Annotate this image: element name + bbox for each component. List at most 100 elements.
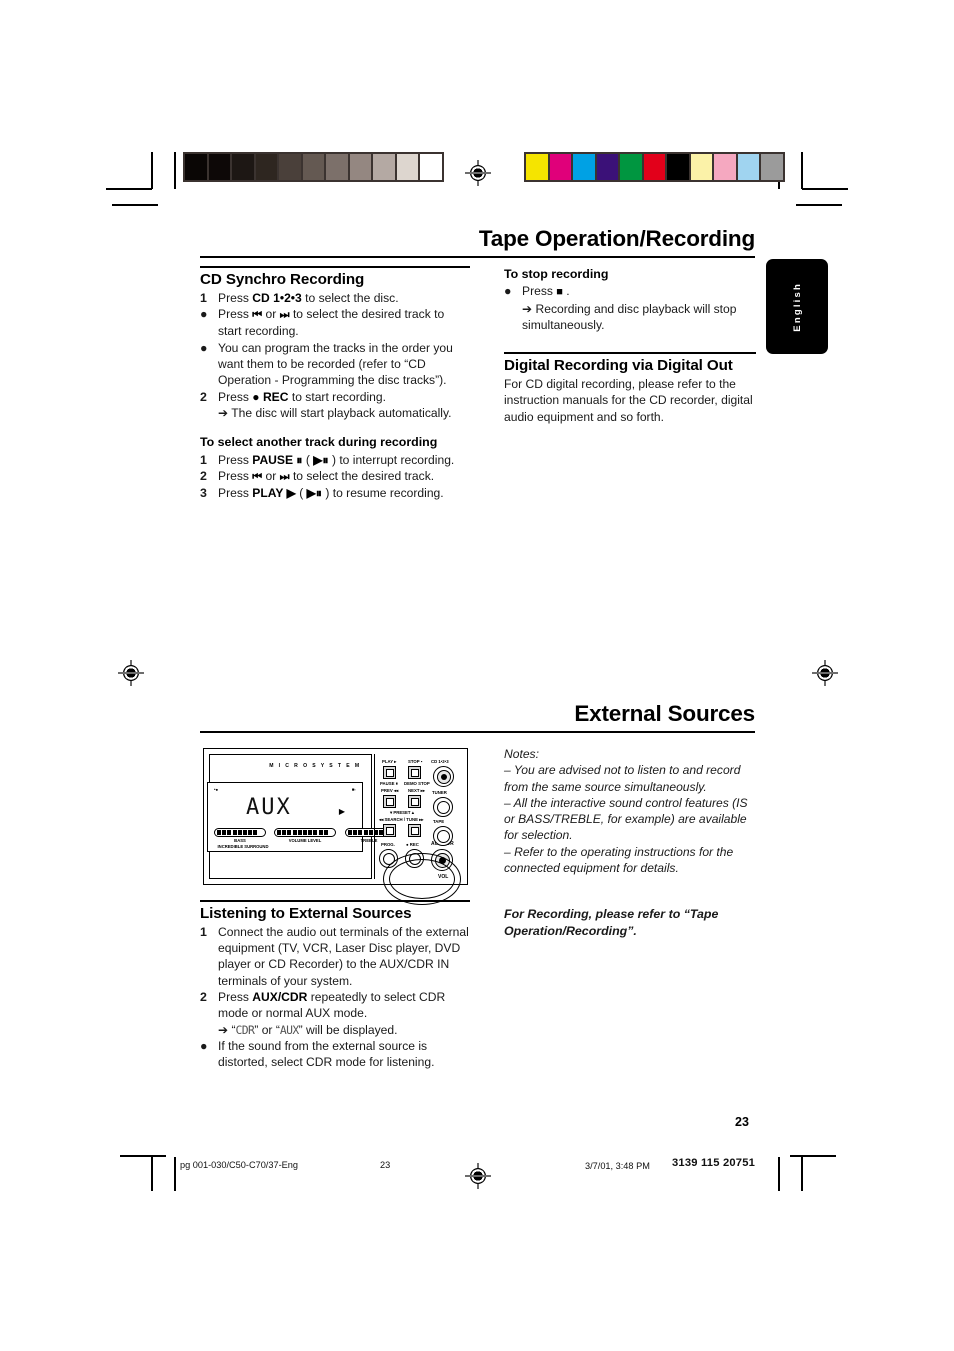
meter-volume [274,828,336,837]
chapter1-rule [200,256,755,259]
meter-label-volume: VOLUME LEVEL [288,838,322,843]
digital-recording-body: For CD digital recording, please refer t… [504,377,753,424]
instruction-step: 1 Press CD 1•2•3 to select the disc. [200,290,470,306]
stop-recording-step: ● Press ■ . ➔ Recording and disc playback … [504,283,756,333]
instruction-step: 1 Connect the audio out terminals of the … [200,924,470,989]
step-text: Press AUX/CDR repeatedly to select CDR m… [218,989,470,1038]
knob-tape [433,826,453,846]
label-next: NEXT ▸▸ [408,788,425,793]
listening-divider [200,900,470,902]
step-text: If the sound from the external source is… [218,1038,435,1070]
grayscale-calibration-bar [183,152,444,182]
step-text: Press ● REC to start recording. ➔ The dis… [218,389,470,422]
crop-mark-tl-v2 [174,152,176,189]
stop-recording-section: To stop recording ● Press ■ . ➔ Recording … [504,266,756,425]
label-demo-stop: DEMO STOP [404,781,430,786]
step-marker: 1 [200,452,207,467]
crop-mark-tr-h [802,188,848,190]
step-marker: ● [200,307,208,322]
label-vol: VOL [438,874,449,880]
surround-label: INCREDIBLE SURROUND [217,844,269,849]
device-illustration: M I C R O S Y S T E M •● ■▫ AUX ▶ BASS I… [203,748,468,905]
step-marker: 2 [200,468,207,483]
label-preset: ▾ PRESET ▴ [390,810,414,815]
crop-mark-tl-v [151,152,153,189]
button-search-up [408,824,421,837]
section-heading-listening: Listening to External Sources [200,904,412,922]
section-heading-cd-synchro: CD Synchro Recording [200,270,365,288]
instruction-step: 2 Press ● REC to start recording. ➔ The di… [200,389,470,422]
step-text: Press PLAY ▶ ( ▶⏸ ) to resume recording. [218,486,444,501]
step-marker: 3 [200,486,207,501]
step-marker: 1 [200,290,207,305]
knob-tuner [433,797,453,817]
recording-reference: For Recording, please refer to “Tape Ope… [504,907,719,938]
crop-mark-tl-h [106,188,152,190]
note-item: – You are advised not to listen to and r… [504,763,741,794]
color-calibration-bar [524,152,785,182]
display-text: AUX [246,795,292,820]
cd-synchro-recording-section: CD Synchro Recording 1 Press CD 1•2•3 to … [200,266,470,501]
crop-mark-tr-v [801,152,803,189]
step-marker: 1 [200,924,207,939]
knob-cd [433,766,454,787]
notes-list: – You are advised not to listen to and r… [504,762,756,876]
instruction-step: 1 Press PAUSE ⏸ ( ▶⏸ ) to interrupt recor… [200,452,470,468]
step-text: Press ⏮ or ⏭ to select the desired track… [218,468,435,483]
label-stop: STOP ▪ [408,759,423,764]
instruction-step: ● Press ■ . ➔ Recording and disc playback … [504,283,756,333]
registration-mark-left [118,660,144,686]
label-cd-123: CD 1•2•3 [431,759,449,764]
digital-recording-divider [504,352,756,354]
step-marker: ● [200,1038,208,1053]
volume-dial [383,853,461,905]
instruction-step: ● If the sound from the external source i… [200,1038,470,1071]
footer-doc-id: 3139 115 20751 [672,1157,756,1169]
label-search-tune: ◂◂ SEARCH / TUNE ▸▸ [379,817,424,822]
notes-title: Notes: [504,747,539,761]
label-play: PLAY ▸ [382,759,397,764]
registration-mark-right [812,660,838,686]
note-item: – Refer to the operating instructions fo… [504,844,734,876]
step-text: Press PAUSE ⏸ ( ▶⏸ ) to interrupt record… [218,452,455,467]
step-text: Press ■ . ➔ Recording and disc playback w… [522,283,756,333]
crop-mark-bl-v2 [174,1157,176,1191]
instruction-step: ● Press ⏮ or ⏭ to select the desired trac… [200,306,470,340]
language-tab-label: English [791,281,803,332]
device-control-panel: PLAY ▸ PAUSE ⏸ STOP ▪ DEMO STOP PREV ◂◂ … [374,754,462,905]
language-tab: English [766,259,828,354]
step-marker: ● [200,340,208,355]
display-indicator-right: ■▫ [351,787,356,792]
listening-steps: 1 Connect the audio out terminals of the … [200,924,470,1071]
step-result: ➔ The disc will start playback automatic… [218,405,452,420]
label-prev: PREV ◂◂ [381,788,399,793]
section-divider [200,266,470,268]
button-next [408,795,421,808]
display-play-icon: ▶ [338,807,345,816]
select-track-steps: 1 Press PAUSE ⏸ ( ▶⏸ ) to interrupt recor… [200,452,470,502]
listening-external-sources-section: Listening to External Sources 1 Connect t… [200,900,470,1071]
crop-mark-br-v2 [778,1157,780,1191]
notes-section: Notes: – You are advised not to listen t… [504,746,756,876]
crop-mark-tr-h2 [796,204,842,206]
instruction-step: 2 Press AUX/CDR repeatedly to select CDR … [200,989,470,1038]
chapter-title-tape-operation: Tape Operation/Recording [478,226,755,251]
page-number: 23 [735,1115,749,1129]
instruction-step: 2 Press ⏮ or ⏭ to select the desired trac… [200,468,470,485]
button-stop-demo [408,766,421,779]
subheading-select-another-track: To select another track during recording [200,435,438,450]
step-text: Press ⏮ or ⏭ to select the desired track… [218,307,445,339]
footer-page: 23 [380,1160,391,1170]
instruction-step: ● You can program the tracks in the order… [200,340,470,389]
instruction-step: 3 Press PLAY ▶ ( ▶⏸ ) to resume recording… [200,485,470,501]
step-result: ➔ “CDR” or “AUX” will be displayed. [218,1022,398,1037]
button-play-pause [383,766,396,779]
device-front-panel: M I C R O S Y S T E M •● ■▫ AUX ▶ BASS I… [207,754,393,879]
display-indicator-left: •● [214,787,219,792]
label-rec: ● REC [406,842,419,847]
step-marker: 2 [200,990,207,1005]
crop-mark-bl-h [120,1155,166,1157]
chapter-title-external-sources: External Sources [574,701,755,726]
crop-mark-bl-v [151,1157,153,1191]
registration-mark-bottom [465,1163,491,1189]
